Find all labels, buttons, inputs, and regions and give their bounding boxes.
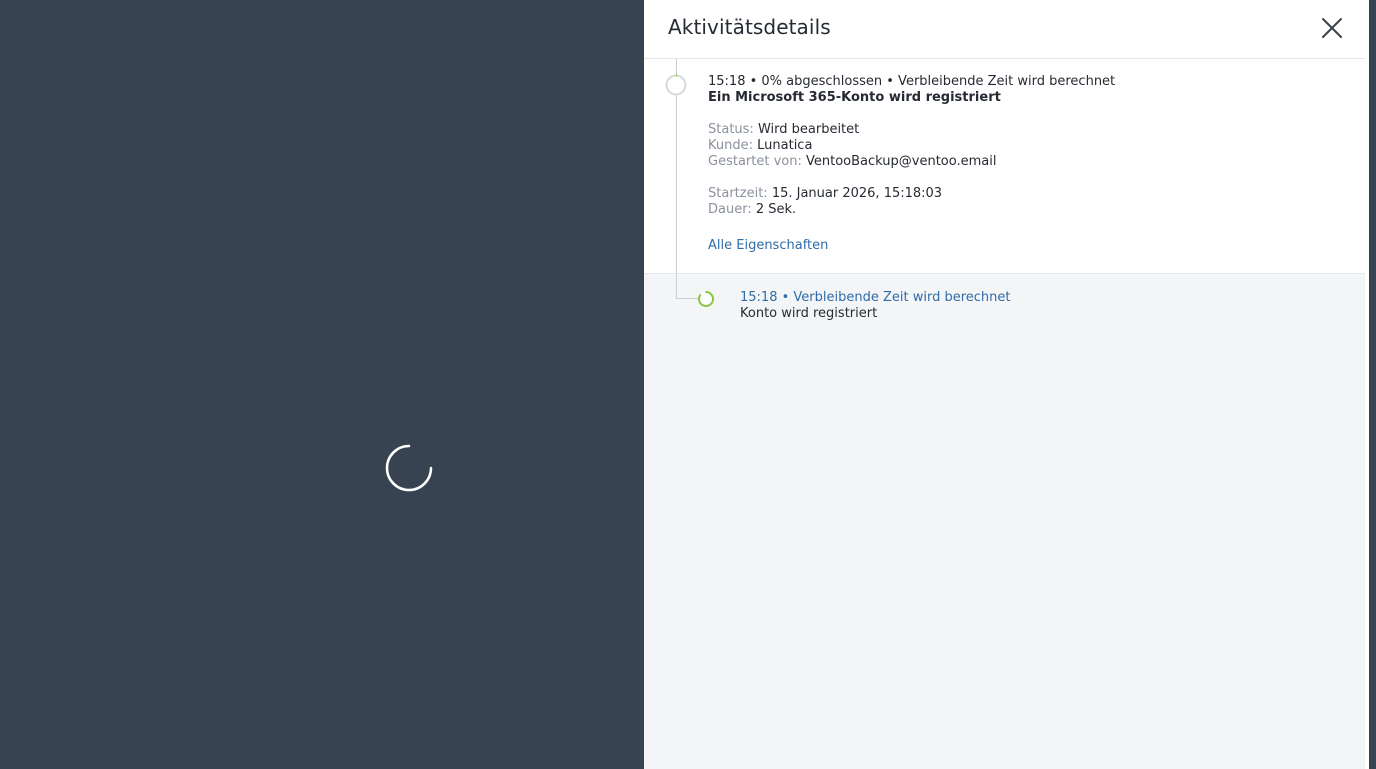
activity-summary: 15:18 • 0% abgeschlossen • Verbleibende … bbox=[708, 74, 1116, 89]
subactivity-title: Konto wird registriert bbox=[740, 306, 878, 321]
subactivity-progress-icon bbox=[698, 291, 715, 307]
status-label: Status: bbox=[708, 122, 754, 137]
status-value: Wird bearbeitet bbox=[757, 122, 860, 137]
all-properties-link[interactable]: Alle Eigenschaften bbox=[708, 238, 828, 254]
started-by-label: Gestartet von: bbox=[708, 154, 802, 169]
loading-spinner-icon bbox=[385, 444, 433, 492]
duration-label: Dauer: bbox=[708, 202, 752, 217]
status-row: Status: Wird bearbeitet bbox=[708, 122, 859, 138]
page-backdrop bbox=[0, 0, 644, 769]
activity-progress-icon bbox=[665, 74, 687, 96]
activity-details-panel: Aktivitätsdetails bbox=[644, 0, 1365, 769]
customer-row: Kunde: Lunatica bbox=[708, 138, 812, 154]
started-by-value: VentooBackup@ventoo.email bbox=[805, 154, 997, 169]
timeline-branch bbox=[676, 298, 698, 299]
scrollbar[interactable] bbox=[1369, 0, 1376, 769]
duration-value: 2 Sek. bbox=[755, 202, 797, 217]
panel-header: Aktivitätsdetails bbox=[644, 0, 1365, 59]
started-by-row: Gestartet von: VentooBackup@ventoo.email bbox=[708, 154, 996, 170]
start-time-label: Startzeit: bbox=[708, 186, 768, 201]
close-icon[interactable] bbox=[1318, 14, 1346, 42]
subactivity-summary-link[interactable]: 15:18 • Verbleibende Zeit wird berechnet bbox=[740, 290, 1011, 306]
start-time-row: Startzeit: 15. Januar 2026, 15:18:03 bbox=[708, 186, 942, 202]
duration-row: Dauer: 2 Sek. bbox=[708, 202, 796, 218]
panel-title: Aktivitätsdetails bbox=[668, 15, 831, 39]
activity-title: Ein Microsoft 365-Konto wird registriert bbox=[708, 90, 1001, 105]
start-time-value: 15. Januar 2026, 15:18:03 bbox=[771, 186, 943, 201]
customer-label: Kunde: bbox=[708, 138, 753, 153]
customer-value: Lunatica bbox=[757, 138, 813, 153]
